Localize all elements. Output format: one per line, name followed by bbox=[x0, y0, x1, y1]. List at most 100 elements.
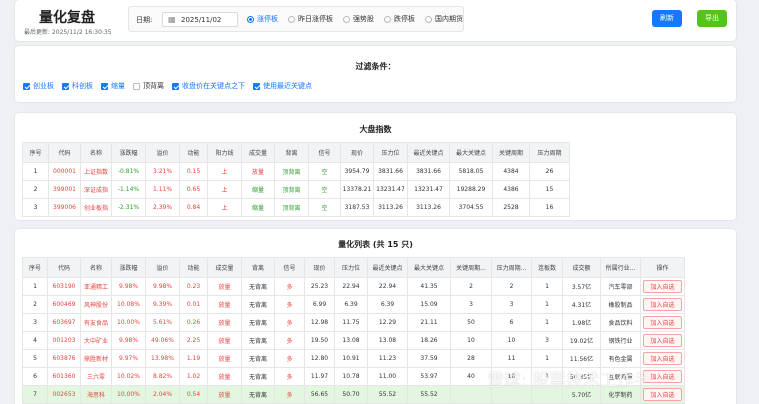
table-cell: 2.04% bbox=[145, 385, 180, 404]
column-header[interactable]: 溢价 bbox=[145, 142, 180, 163]
column-header[interactable]: 最近关键点 bbox=[367, 257, 408, 278]
refresh-button[interactable]: 刷新 bbox=[652, 10, 682, 27]
add-to-watchlist-button[interactable]: 加入自选 bbox=[643, 298, 682, 311]
table-cell: 上 bbox=[207, 180, 242, 199]
column-header[interactable]: 背离 bbox=[241, 257, 275, 278]
table-cell: 3 bbox=[22, 198, 49, 217]
column-header[interactable]: 信号 bbox=[274, 257, 305, 278]
table-cell: 22.94 bbox=[367, 277, 408, 296]
table-cell: 0.26 bbox=[179, 313, 208, 332]
column-header[interactable]: 代码 bbox=[48, 142, 81, 163]
table-cell: 有友食品 bbox=[80, 313, 112, 332]
table-cell: 无背离 bbox=[241, 349, 275, 368]
column-header[interactable]: 最近关键点 bbox=[407, 142, 450, 163]
column-header[interactable]: 序号 bbox=[22, 142, 49, 163]
table-row[interactable]: 5 603876 鼎胜新材 9.97% 13.98% 1.19 放量 无背离多 12.80 10.… bbox=[22, 349, 685, 368]
filter-checkbox-label: 收盘价在关键点之下 bbox=[182, 82, 245, 90]
filter-checkbox[interactable]: 创业板 bbox=[23, 81, 54, 91]
table-cell: 食品饮料 bbox=[600, 313, 641, 332]
column-header[interactable]: 成交量 bbox=[207, 257, 242, 278]
column-header[interactable]: 连板数 bbox=[531, 257, 563, 278]
column-header[interactable]: 动能 bbox=[179, 142, 208, 163]
column-header[interactable]: 所属行业... bbox=[600, 257, 641, 278]
radio-option[interactable]: 国内期货 bbox=[425, 14, 463, 24]
table-row[interactable]: 4 001203 大中矿业 9.98% 49.06% 2.25 放量 无背离多 19.50 13.… bbox=[22, 331, 685, 350]
table-cell: 无背离 bbox=[241, 367, 275, 386]
checkbox-icon bbox=[101, 82, 108, 90]
column-header[interactable]: 最大关键点 bbox=[449, 142, 493, 163]
export-button[interactable]: 导出 bbox=[697, 10, 727, 27]
table-cell: 41.35 bbox=[407, 277, 451, 296]
column-header[interactable]: 压力周期 bbox=[529, 142, 570, 163]
column-header[interactable]: 信号 bbox=[308, 142, 341, 163]
column-header[interactable]: 溢价 bbox=[145, 257, 180, 278]
add-to-watchlist-button[interactable]: 加入自选 bbox=[643, 334, 682, 347]
table-cell: 加入自选 bbox=[640, 313, 685, 332]
column-header[interactable]: 关键周期 bbox=[492, 142, 530, 163]
filter-checkbox[interactable]: 缩量 bbox=[101, 81, 125, 91]
radio-option[interactable]: 涨停板 bbox=[247, 14, 278, 24]
filter-checkbox[interactable]: 收盘价在关键点之下 bbox=[172, 81, 245, 91]
column-header[interactable]: 现价 bbox=[304, 257, 335, 278]
date-picker[interactable]: ▦ 2025/11/02 bbox=[162, 12, 238, 27]
table-cell: 上 bbox=[207, 198, 242, 217]
table-cell: 1.11% bbox=[145, 180, 180, 199]
column-header[interactable]: 代码 bbox=[47, 257, 81, 278]
add-to-watchlist-button[interactable]: 加入自选 bbox=[643, 280, 682, 293]
radio-option[interactable]: 强势股 bbox=[343, 14, 374, 24]
filter-checkbox-label: 缩量 bbox=[111, 82, 125, 90]
table-row[interactable]: 2 399001 深证成指 -1.14% 1.11% 0.65 上缩量 顶背离空 13378.2… bbox=[22, 180, 570, 199]
filter-checkbox-label: 顶背离 bbox=[143, 82, 164, 90]
table-cell: 加入自选 bbox=[640, 349, 685, 368]
column-header[interactable]: 操作 bbox=[640, 257, 685, 278]
column-header[interactable]: 背离 bbox=[274, 142, 309, 163]
add-to-watchlist-button[interactable]: 加入自选 bbox=[643, 316, 682, 329]
column-header[interactable]: 关键周期... bbox=[450, 257, 492, 278]
table-cell: 5.61% bbox=[145, 313, 180, 332]
table-cell: 深证成指 bbox=[80, 180, 112, 199]
column-header[interactable]: 压力位 bbox=[373, 142, 408, 163]
column-header[interactable]: 涨跌幅 bbox=[111, 142, 146, 163]
table-header-row: 序号 代码 名称 涨跌幅 溢价 动能 阳力线 成交量 背离 信号 现价 压力位 最近关键点 最大关键点 关键… bbox=[22, 142, 570, 163]
table-cell: 加入自选 bbox=[640, 277, 685, 296]
column-header[interactable]: 名称 bbox=[80, 142, 112, 163]
column-header[interactable]: 现价 bbox=[340, 142, 374, 163]
column-header[interactable]: 压力周期... bbox=[491, 257, 532, 278]
table-cell: 12.80 bbox=[304, 349, 335, 368]
radio-label: 昨日涨停板 bbox=[298, 15, 333, 23]
table-cell: 2.25 bbox=[179, 331, 208, 350]
table-row[interactable]: 3 399006 创业板指 -2.31% 2.39% 0.84 上缩量 顶背离空 3187.53… bbox=[22, 198, 570, 217]
column-header[interactable]: 最大关键点 bbox=[407, 257, 451, 278]
column-header[interactable]: 成交额 bbox=[562, 257, 601, 278]
table-cell: 顶背离 bbox=[274, 180, 309, 199]
column-header[interactable]: 名称 bbox=[80, 257, 112, 278]
table-cell: 13231.47 bbox=[373, 180, 408, 199]
column-header[interactable]: 成交量 bbox=[241, 142, 275, 163]
column-header[interactable]: 阳力线 bbox=[207, 142, 242, 163]
table-row[interactable]: 1 603190 亚通精工 9.98% 9.98% 0.23 放量 无背离多 25.23 22.9… bbox=[22, 277, 685, 296]
table-row[interactable]: 1 000001 上证指数 -0.81% 3.21% 0.15 上放量 顶背离空 3954.79… bbox=[22, 162, 570, 181]
filter-checkbox[interactable]: 科创板 bbox=[62, 81, 93, 91]
table-cell: -1.14% bbox=[111, 180, 146, 199]
table-cell: 5 bbox=[22, 349, 48, 368]
table-cell: 002653 bbox=[47, 385, 81, 404]
filter-checkbox[interactable]: 使用最近关键点 bbox=[253, 81, 312, 91]
column-header[interactable]: 序号 bbox=[22, 257, 48, 278]
radio-option[interactable]: 昨日涨停板 bbox=[288, 14, 333, 24]
table-cell: 亚通精工 bbox=[80, 277, 112, 296]
column-header[interactable]: 动能 bbox=[179, 257, 208, 278]
column-header[interactable]: 涨跌幅 bbox=[111, 257, 146, 278]
table-row[interactable]: 3 603697 有友食品 10.00% 5.61% 0.26 放量 无背离多 12.98 11.… bbox=[22, 313, 685, 332]
radio-dot-icon bbox=[343, 15, 350, 23]
column-header[interactable]: 压力位 bbox=[334, 257, 368, 278]
table-cell: 56.65 bbox=[304, 385, 335, 404]
filter-checkbox[interactable]: 顶背离 bbox=[133, 81, 164, 91]
table-cell: 19288.29 bbox=[449, 180, 493, 199]
add-to-watchlist-button[interactable]: 加入自选 bbox=[643, 352, 682, 365]
radio-option[interactable]: 跌停板 bbox=[384, 14, 415, 24]
table-header: 序号 代码 名称 涨跌幅 溢价 动能 阳力线 成交量 背离 信号 现价 压力位 最近关键点 最大关键点 关键… bbox=[22, 142, 570, 163]
table-row[interactable]: 2 600469 风神股份 10.08% 9.39% 0.01 放量 无背离多 6.99 6.39… bbox=[22, 295, 685, 314]
table-cell: 1 bbox=[531, 349, 563, 368]
table-cell: 1.98亿 bbox=[562, 313, 601, 332]
table-cell: 603190 bbox=[47, 277, 81, 296]
